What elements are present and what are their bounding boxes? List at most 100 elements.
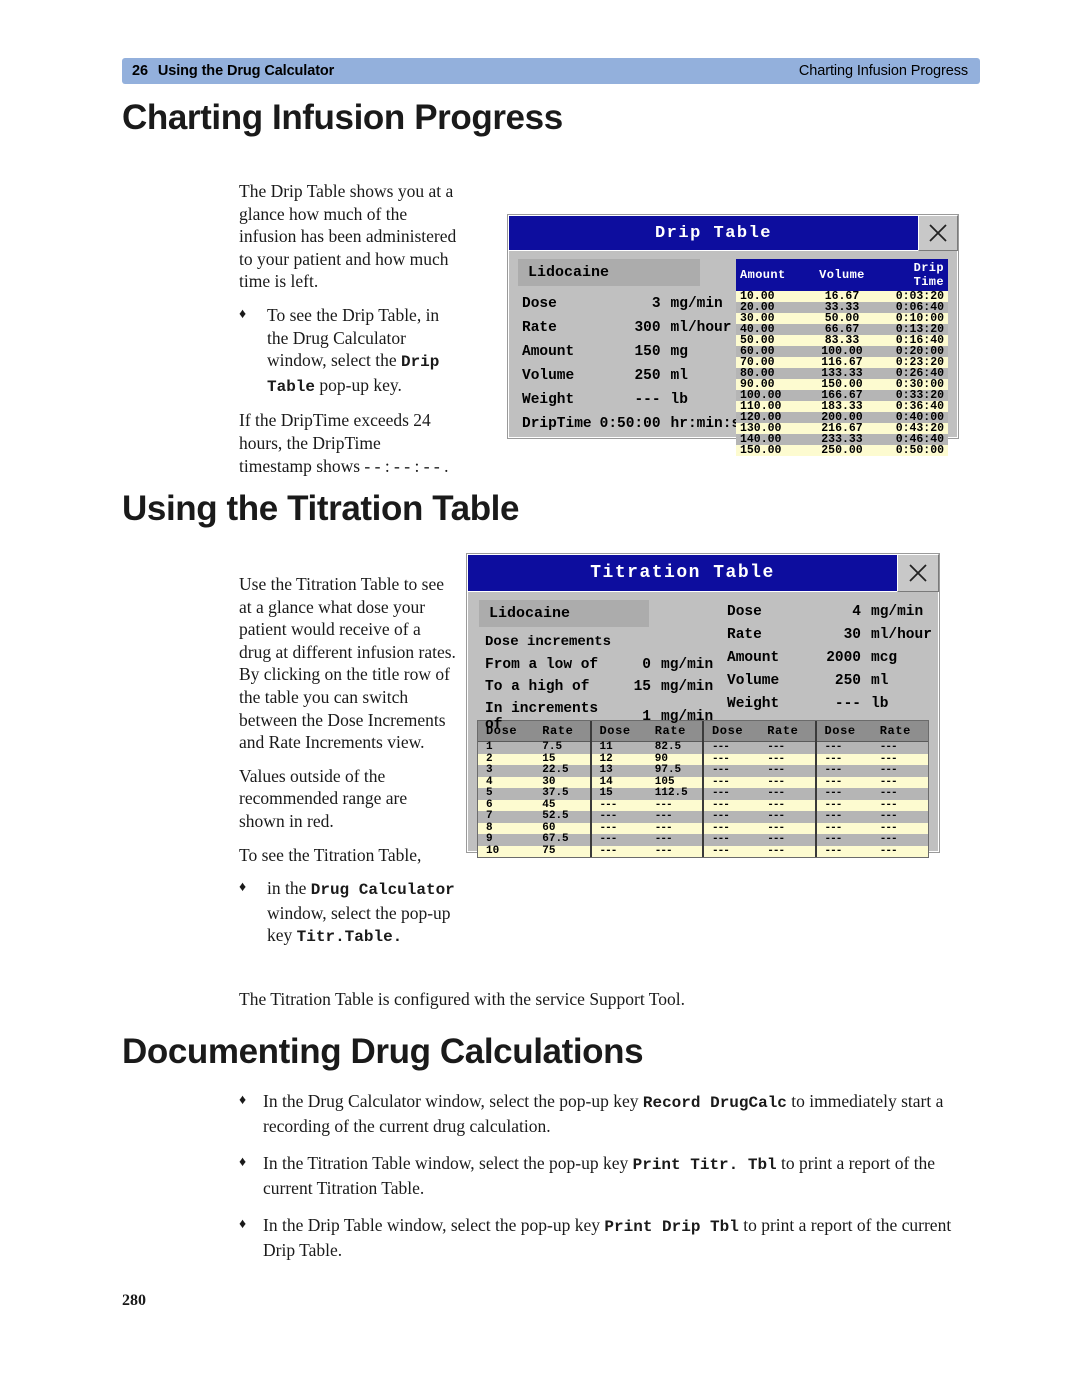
drip-param-label: Weight bbox=[522, 392, 575, 408]
titration-grid-row: 10 75 --- --- --- --- --- --- bbox=[478, 845, 928, 857]
titration-param-value[interactable]: 2000 bbox=[809, 646, 871, 669]
titration-table-drug-name[interactable]: Lidocaine bbox=[479, 600, 649, 627]
close-icon[interactable] bbox=[918, 215, 958, 251]
titration-param-value[interactable]: --- bbox=[809, 692, 871, 715]
titration-cell-rate: --- bbox=[646, 833, 703, 846]
titration-increments-title: Dose increments bbox=[485, 634, 612, 650]
titration-cell-dose: --- bbox=[589, 845, 647, 857]
titration-table-body: Lidocaine Dose increments From a low of 0… bbox=[467, 592, 939, 858]
documenting-bullet-list: ♦ In the Drug Calculator window, select t… bbox=[239, 1090, 980, 1276]
bullet-diamond-icon: ♦ bbox=[239, 1217, 247, 1232]
titration-param-unit: ml bbox=[871, 672, 889, 689]
titration-cell-dose: --- bbox=[814, 764, 872, 777]
documenting-bullet-2-body: In the Titration Table window, select th… bbox=[263, 1152, 980, 1200]
drip-param-value[interactable]: --- bbox=[600, 388, 671, 412]
titration-cell-rate: --- bbox=[871, 764, 928, 777]
titration-increment-unit: mg/min bbox=[661, 657, 714, 673]
titration-cell-rate: --- bbox=[759, 833, 816, 846]
titration-param-label: Rate bbox=[727, 626, 762, 643]
titration-grid-header-dose-3[interactable]: Dose bbox=[701, 721, 760, 742]
titration-cell-rate: --- bbox=[759, 787, 816, 800]
titration-param-value[interactable]: 4 bbox=[809, 600, 871, 623]
titration-table-window: Titration Table Lidocaine Dose increment… bbox=[466, 553, 940, 858]
drip-cell-amount: 150.00 bbox=[736, 445, 807, 456]
drip-param-row: DripTime 0:50:00 hr:min:sec bbox=[522, 412, 758, 436]
drip-grid-row: 150.00 250.00 0:50:00 bbox=[736, 445, 948, 456]
titration-cell-rate: 22.5 bbox=[534, 764, 591, 777]
running-header-section: Charting Infusion Progress bbox=[798, 63, 968, 79]
titration-cell-rate: --- bbox=[759, 845, 816, 857]
titration-table-top-panel: Lidocaine Dose increments From a low of 0… bbox=[467, 592, 939, 733]
titration-cell-rate: 97.5 bbox=[646, 764, 703, 777]
bullet-diamond-icon: ♦ bbox=[239, 1093, 247, 1108]
running-header-left: 26 Using the Drug Calculator bbox=[132, 63, 334, 79]
drip-col-amount[interactable]: Amount bbox=[736, 259, 807, 291]
drip-param-row: Dose 3 mg/min bbox=[522, 292, 758, 316]
drip-param-row: Volume 250 ml bbox=[522, 364, 758, 388]
drip-table-window: Drip Table Lidocaine Dose 3 mg/min Rate 300 m… bbox=[507, 214, 959, 456]
titration-cell-rate: --- bbox=[646, 810, 703, 823]
titration-cell-dose: --- bbox=[814, 810, 872, 823]
titration-param-label: Amount bbox=[727, 649, 780, 666]
titration-cell-rate: 52.5 bbox=[534, 810, 591, 823]
titration-increment-unit: mg/min bbox=[661, 679, 714, 695]
titration-param-row: Weight --- lb bbox=[727, 692, 932, 715]
titration-cell-rate: --- bbox=[871, 787, 928, 800]
drip-param-value[interactable]: 3 bbox=[600, 292, 671, 316]
titration-parameters-panel: Dose 4 mg/min Rate 30 ml/hour Amount 2000 mcg Vol… bbox=[717, 600, 939, 714]
drip-param-value[interactable]: 300 bbox=[600, 316, 671, 340]
drip-table-titlebar: Drip Table bbox=[508, 215, 958, 251]
running-header: 26 Using the Drug Calculator Charting In… bbox=[122, 58, 980, 84]
close-icon[interactable] bbox=[897, 554, 939, 592]
drip-param-label: Dose bbox=[522, 296, 557, 312]
titration-increment-value[interactable]: 0 bbox=[625, 654, 661, 676]
drip-table-grid[interactable]: Amount Volume Drip Time 10.00 16.67 0:03:2… bbox=[736, 259, 948, 456]
drip-param-value[interactable]: 250 bbox=[600, 364, 671, 388]
drip-table-drug-name[interactable]: Lidocaine bbox=[518, 259, 700, 286]
titration-cell-dose: --- bbox=[701, 845, 760, 857]
titration-increment-label: From a low of bbox=[485, 657, 599, 673]
titration-grid-header-rate-4[interactable]: Rate bbox=[871, 721, 928, 742]
window-name-drug-calculator: Drug Calculator bbox=[310, 881, 455, 900]
drip-param-value[interactable]: 150 bbox=[600, 340, 671, 364]
titration-cell-dose: --- bbox=[814, 776, 872, 788]
titration-grid-header-dose-4[interactable]: Dose bbox=[814, 721, 872, 742]
titration-grid[interactable]: Dose Rate Dose Rate Dose Rate Dose Rate 1 7.5 11 8… bbox=[478, 721, 928, 857]
documenting-bullet-1-body: In the Drug Calculator window, select th… bbox=[263, 1090, 980, 1138]
titration-param-label: Weight bbox=[727, 695, 780, 712]
titration-cell-rate: 37.5 bbox=[534, 787, 591, 800]
drip-param-value[interactable]: 0:50:00 bbox=[600, 412, 671, 436]
drip-col-drip-time[interactable]: Drip Time bbox=[877, 259, 948, 291]
titration-cell-dose: 15 bbox=[589, 787, 647, 800]
titration-table-titlebar-bar: Titration Table bbox=[467, 554, 897, 592]
titration-grid-header-rate-3[interactable]: Rate bbox=[759, 721, 816, 742]
documenting-bullet-pre: In the Titration Table window, select th… bbox=[263, 1153, 633, 1173]
drip-table-grid-header-row[interactable]: Amount Volume Drip Time bbox=[736, 259, 948, 291]
titration-bullet-1-body: in the Drug Calculator window, select th… bbox=[267, 877, 457, 949]
titration-param-value[interactable]: 250 bbox=[809, 669, 871, 692]
popup-key-record-drugcalc: Record DrugCalc bbox=[642, 1094, 787, 1112]
running-header-folio: 26 bbox=[132, 63, 148, 79]
titration-cell-dose: --- bbox=[814, 833, 872, 846]
titration-cell-rate: --- bbox=[871, 810, 928, 823]
documenting-bullet-pre: In the Drip Table window, select the pop… bbox=[263, 1215, 605, 1235]
drip-cell-volume: 250.00 bbox=[806, 445, 878, 456]
drip-table-grid-panel: Amount Volume Drip Time 10.00 16.67 0:03:2… bbox=[736, 251, 958, 456]
titration-grid-row: 1 7.5 11 82.5 --- --- --- --- bbox=[478, 741, 928, 754]
page-title-charting-infusion-progress: Charting Infusion Progress bbox=[122, 98, 563, 137]
titration-cell-dose: --- bbox=[589, 799, 647, 811]
charting-bullet-1-body: To see the Drip Table, in the Drug Calcu… bbox=[267, 304, 457, 398]
drip-param-label: Amount bbox=[522, 344, 575, 360]
titration-increment-value[interactable]: 15 bbox=[625, 676, 661, 698]
titration-cell-rate: --- bbox=[759, 741, 816, 754]
drip-col-volume[interactable]: Volume bbox=[806, 259, 878, 291]
titration-param-row: Amount 2000 mcg bbox=[727, 646, 932, 669]
titration-cell-dose: --- bbox=[701, 833, 760, 846]
titration-cell-dose: --- bbox=[589, 822, 647, 834]
titration-param-value[interactable]: 30 bbox=[809, 623, 871, 646]
titration-cell-dose: --- bbox=[814, 787, 872, 800]
bullet-diamond-icon: ♦ bbox=[239, 1155, 247, 1170]
titration-cell-dose: 9 bbox=[478, 833, 535, 846]
bullet-diamond-icon: ♦ bbox=[239, 306, 247, 322]
charting-bullet-1: ♦ To see the Drip Table, in the Drug Cal… bbox=[239, 304, 457, 398]
